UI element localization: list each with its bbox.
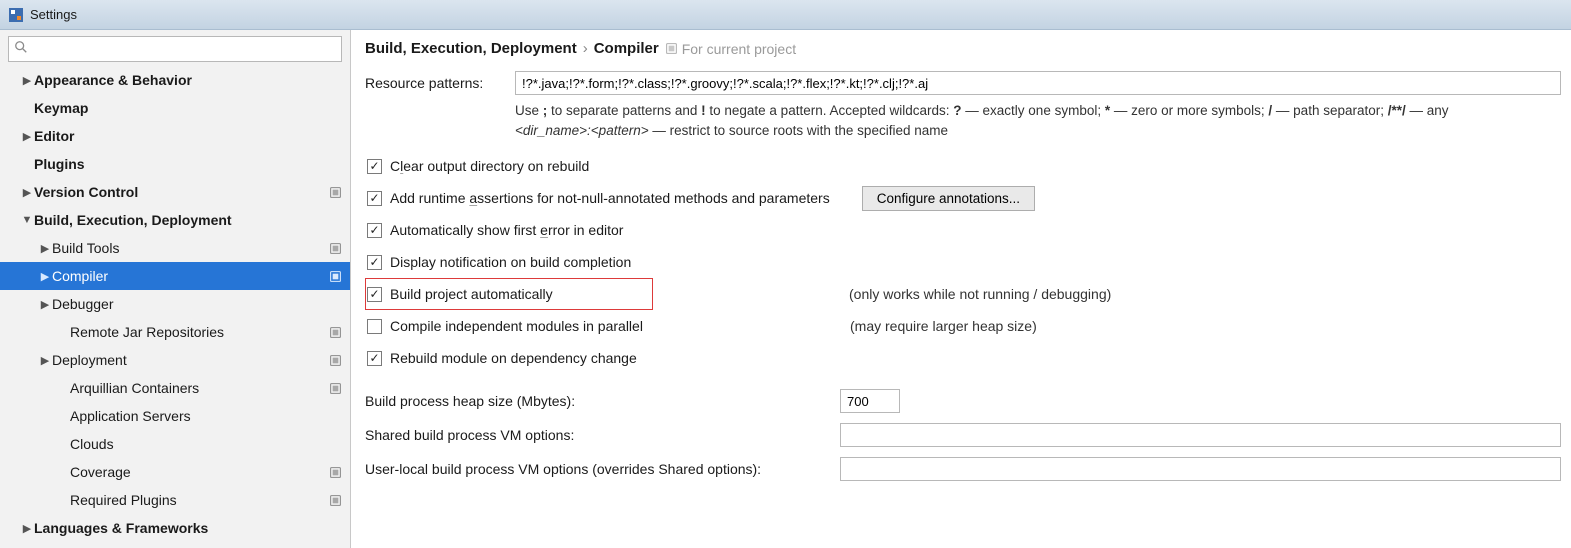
tree-item-clouds[interactable]: Clouds [0,430,350,458]
project-scope-icon [326,382,344,395]
clear-output-checkbox[interactable] [367,159,382,174]
user-vm-input[interactable] [840,457,1561,481]
tree-item-label: Application Servers [70,408,326,424]
rebuild-dependency-checkbox[interactable] [367,351,382,366]
settings-tree: ▶Appearance & BehaviorKeymap▶EditorPlugi… [0,66,350,548]
build-automatically-label: Build project automatically [390,286,553,302]
tree-item-coverage[interactable]: Coverage [0,458,350,486]
project-scope-icon [326,466,344,479]
tree-item-deployment[interactable]: ▶Deployment [0,346,350,374]
tree-item-label: Build Tools [52,240,326,256]
breadcrumb-part2: Compiler [594,40,659,57]
tree-item-label: Required Plugins [70,492,326,508]
compile-parallel-note: (may require larger heap size) [850,318,1037,334]
resource-help: Use ; to separate patterns and ! to nega… [515,101,1561,140]
tree-item-label: Appearance & Behavior [34,72,326,88]
tree-item-label: Arquillian Containers [70,380,326,396]
breadcrumb: Build, Execution, Deployment › Compiler … [365,40,1561,57]
tree-item-build-execution-deployment[interactable]: ▼Build, Execution, Deployment [0,206,350,234]
search-input[interactable] [8,36,342,62]
window-title: Settings [30,7,77,22]
tree-item-label: Build, Execution, Deployment [34,212,326,228]
tree-item-label: Remote Jar Repositories [70,324,326,340]
clear-output-label: Clear output directory on rebuild [390,158,589,174]
breadcrumb-sep: › [583,40,588,57]
chevron-right-icon: ▶ [38,270,52,283]
project-scope-icon [326,186,344,199]
show-first-error-label: Automatically show first error in editor [390,222,623,238]
resource-patterns-input[interactable] [515,71,1561,95]
tree-item-plugins[interactable]: Plugins [0,150,350,178]
shared-vm-input[interactable] [840,423,1561,447]
tree-item-arquillian-containers[interactable]: Arquillian Containers [0,374,350,402]
chevron-right-icon: ▶ [20,522,34,535]
tree-item-languages-frameworks[interactable]: ▶Languages & Frameworks [0,514,350,542]
build-notification-checkbox[interactable] [367,255,382,270]
compile-parallel-checkbox[interactable] [367,319,382,334]
content-panel: Build, Execution, Deployment › Compiler … [351,30,1571,548]
tree-item-keymap[interactable]: Keymap [0,94,350,122]
project-scope-icon [326,354,344,367]
heap-size-input[interactable] [840,389,900,413]
tree-item-label: Debugger [52,296,326,312]
tree-item-label: Editor [34,128,326,144]
user-vm-label: User-local build process VM options (ove… [365,461,840,477]
project-scope-icon [326,270,344,283]
tree-item-label: Deployment [52,352,326,368]
tree-item-label: Coverage [70,464,326,480]
tree-item-version-control[interactable]: ▶Version Control [0,178,350,206]
chevron-right-icon: ▶ [38,354,52,367]
tree-item-label: Languages & Frameworks [34,520,326,536]
tree-item-label: Clouds [70,436,326,452]
tree-item-label: Plugins [34,156,326,172]
chevron-right-icon: ▶ [20,186,34,199]
app-icon [8,7,24,23]
runtime-assertions-label: Add runtime assertions for not-null-anno… [390,190,830,206]
build-automatically-checkbox[interactable] [367,287,382,302]
tree-item-label: Version Control [34,184,326,200]
shared-vm-label: Shared build process VM options: [365,427,840,443]
sidebar: ▶Appearance & BehaviorKeymap▶EditorPlugi… [0,30,351,548]
tree-item-build-tools[interactable]: ▶Build Tools [0,234,350,262]
project-scope-icon [326,494,344,507]
breadcrumb-scope: For current project [665,41,796,57]
heap-size-label: Build process heap size (Mbytes): [365,393,840,409]
project-scope-icon [326,326,344,339]
tree-item-debugger[interactable]: ▶Debugger [0,290,350,318]
tree-item-compiler[interactable]: ▶Compiler [0,262,350,290]
resource-patterns-label: Resource patterns: [365,75,515,91]
chevron-right-icon: ▶ [20,130,34,143]
tree-item-label: Compiler [52,268,326,284]
build-automatically-note: (only works while not running / debuggin… [849,286,1111,302]
chevron-right-icon: ▶ [38,298,52,311]
chevron-right-icon: ▶ [38,242,52,255]
rebuild-dependency-label: Rebuild module on dependency change [390,350,637,366]
configure-annotations-button[interactable]: Configure annotations... [862,186,1035,211]
breadcrumb-part1: Build, Execution, Deployment [365,40,577,57]
runtime-assertions-checkbox[interactable] [367,191,382,206]
tree-item-editor[interactable]: ▶Editor [0,122,350,150]
tree-item-remote-jar-repositories[interactable]: Remote Jar Repositories [0,318,350,346]
build-notification-label: Display notification on build completion [390,254,631,270]
chevron-down-icon: ▼ [20,214,34,226]
tree-item-label: Keymap [34,100,326,116]
tree-item-application-servers[interactable]: Application Servers [0,402,350,430]
project-scope-icon [326,242,344,255]
tree-item-required-plugins[interactable]: Required Plugins [0,486,350,514]
titlebar: Settings [0,0,1571,30]
tree-item-appearance-behavior[interactable]: ▶Appearance & Behavior [0,66,350,94]
chevron-right-icon: ▶ [20,74,34,87]
show-first-error-checkbox[interactable] [367,223,382,238]
compile-parallel-label: Compile independent modules in parallel [390,318,842,334]
project-scope-icon [665,42,678,55]
